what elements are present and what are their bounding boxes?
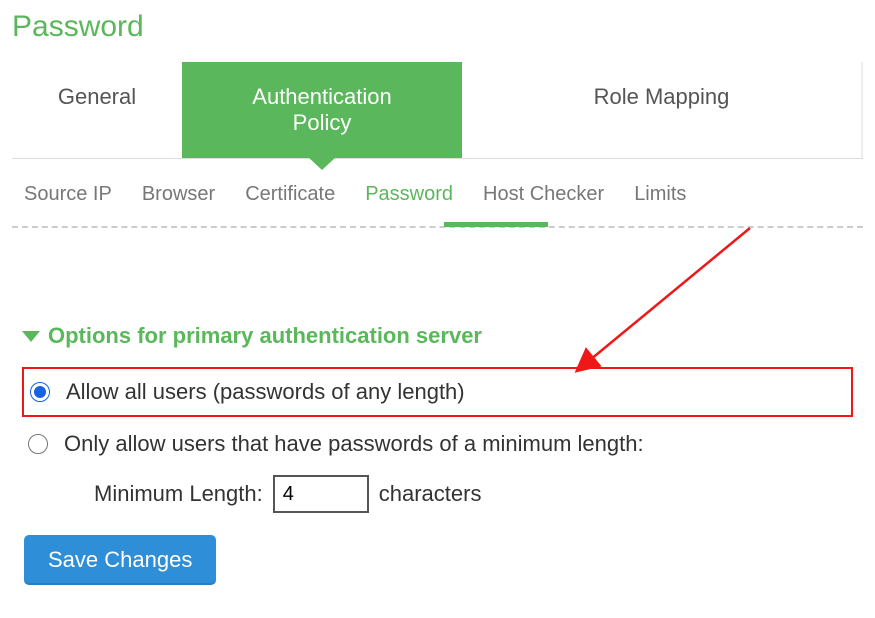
subtab-source-ip[interactable]: Source IP [24,183,112,212]
section-header-label: Options for primary authentication serve… [48,323,482,349]
subtab-certificate[interactable]: Certificate [245,183,335,212]
option-allow-all-label: Allow all users (passwords of any length… [66,379,465,405]
radio-allow-all[interactable] [30,382,50,402]
tab-role-mapping[interactable]: Role Mapping [462,62,863,158]
chevron-down-icon [22,329,40,343]
option-min-length-label: Only allow users that have passwords of … [64,431,644,457]
minimum-length-row: Minimum Length: characters [94,475,853,513]
tab-general[interactable]: General [12,62,182,158]
subtab-password[interactable]: Password [365,183,453,212]
primary-auth-section: Options for primary authentication serve… [12,323,863,585]
minimum-length-suffix: characters [379,481,482,507]
option-allow-all-users[interactable]: Allow all users (passwords of any length… [22,367,853,417]
radio-min-length[interactable] [28,434,48,454]
minimum-length-input[interactable] [273,475,369,513]
minimum-length-label: Minimum Length: [94,481,263,507]
subtab-limits[interactable]: Limits [634,183,686,212]
section-header[interactable]: Options for primary authentication serve… [22,323,853,349]
subtab-browser[interactable]: Browser [142,183,215,212]
tab-authentication-policy[interactable]: Authentication Policy [182,62,462,158]
save-changes-button[interactable]: Save Changes [24,535,216,585]
option-minimum-length[interactable]: Only allow users that have passwords of … [22,423,853,465]
primary-tabs: General Authentication Policy Role Mappi… [12,62,863,159]
sub-tabs: Source IP Browser Certificate Password H… [12,159,863,228]
subtab-host-checker[interactable]: Host Checker [483,183,604,212]
page-title: Password [12,10,863,44]
